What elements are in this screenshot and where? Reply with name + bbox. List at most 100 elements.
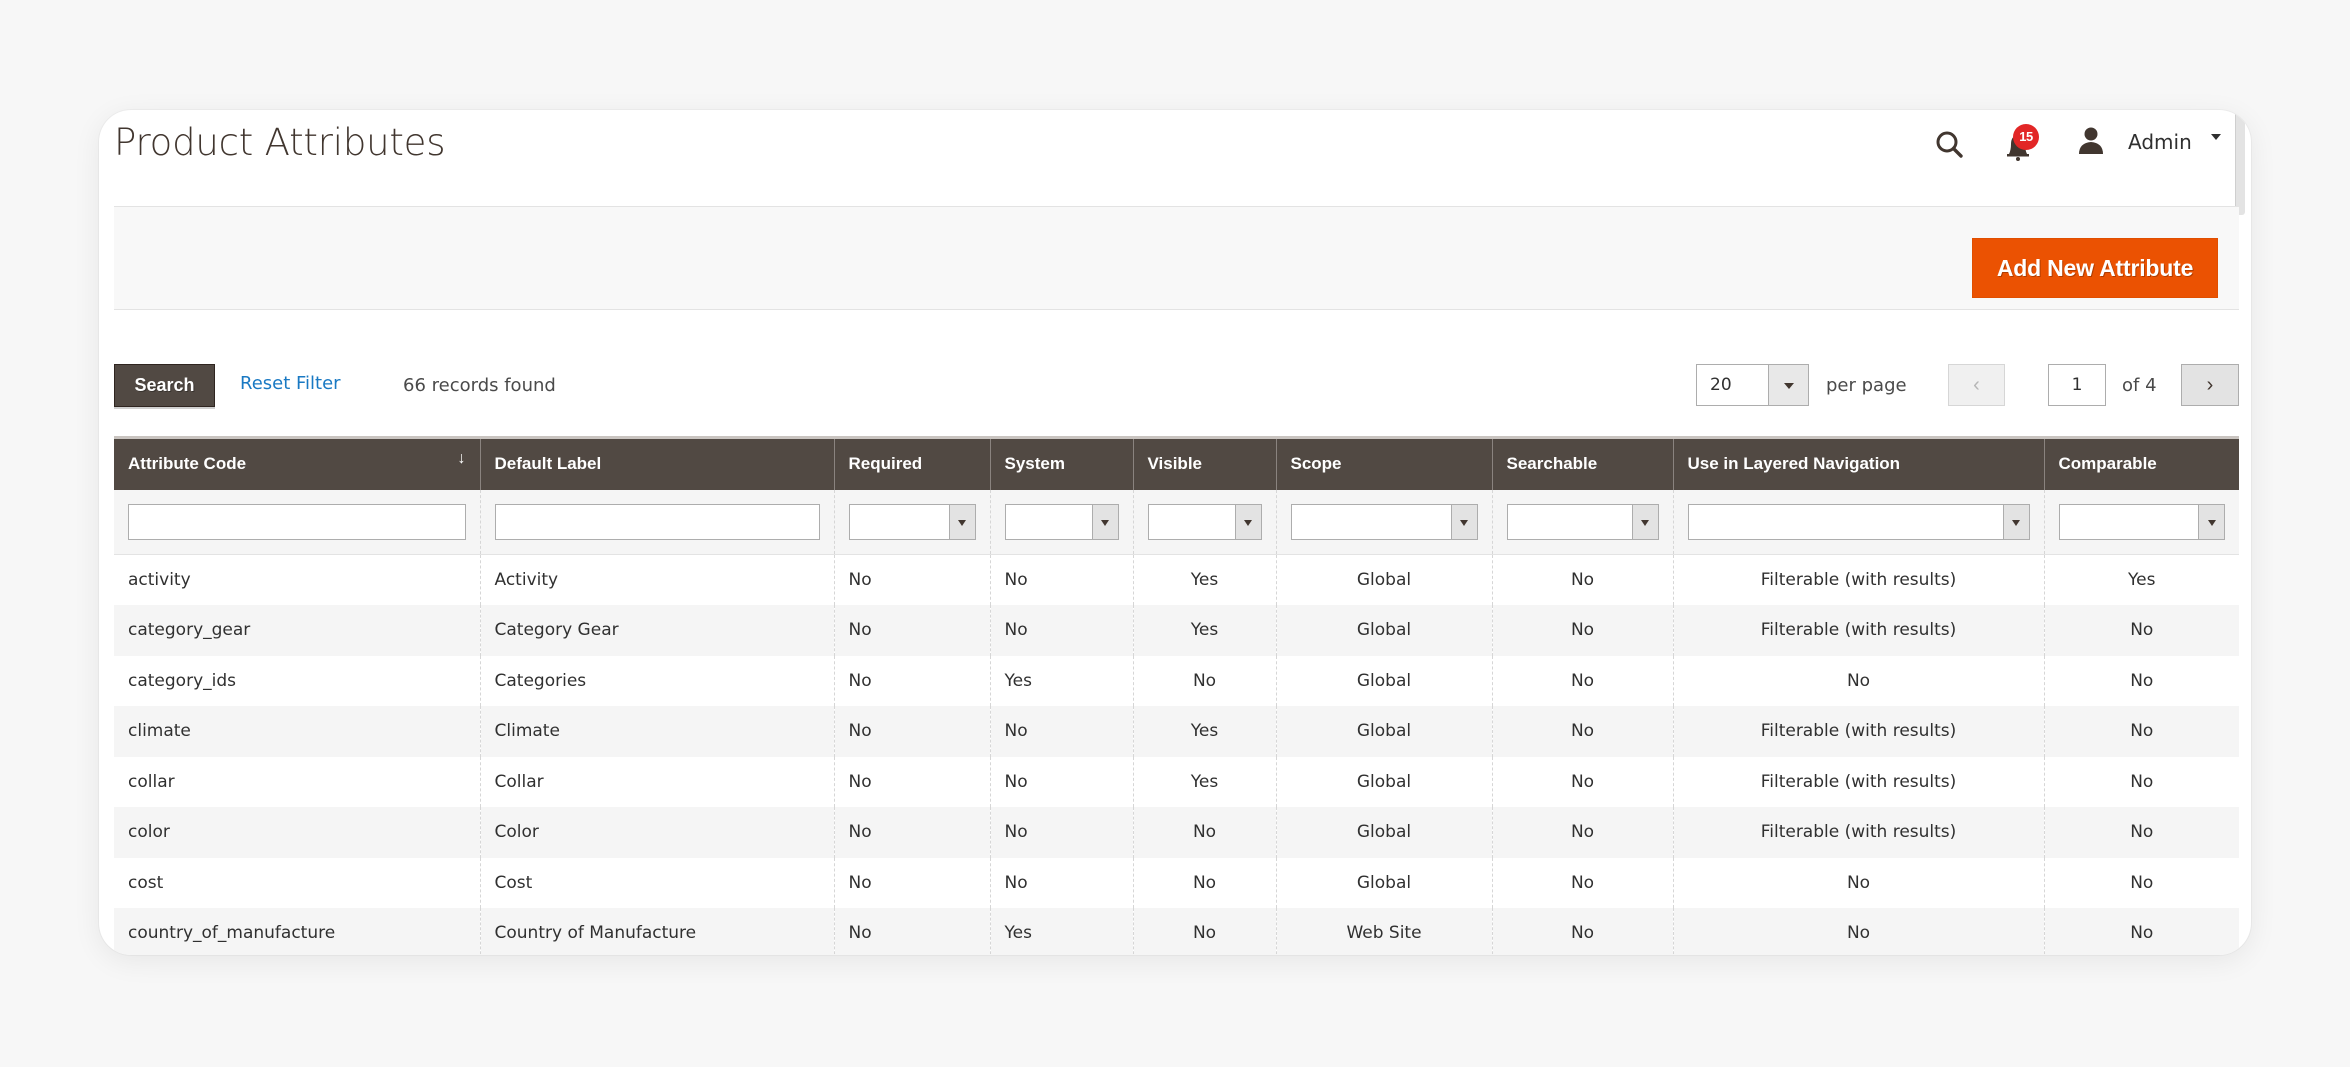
filter-dropdown-button[interactable] [1450,504,1477,539]
filter-select-scope[interactable] [1290,503,1478,540]
column-header-scope[interactable]: Scope [1275,436,1492,490]
add-new-attribute-button[interactable]: Add New Attribute [1972,238,2218,298]
cell-attribute-code: climate [114,706,480,757]
scrollbar[interactable] [2235,110,2245,215]
caret-down-icon [1244,519,1252,526]
filter-select-searchable[interactable] [1506,503,1659,540]
cell-system: No [989,706,1133,757]
caret-down-icon [1641,519,1649,526]
cell-required: No [833,756,990,807]
column-header-system[interactable]: System [989,436,1133,490]
cell-scope: Global [1275,756,1492,807]
cell-searchable: No [1491,908,1673,955]
table-row[interactable]: country_of_manufacture Country of Manufac… [114,908,2239,955]
table-row[interactable]: climate Climate No No Yes Global No Filterable … [114,706,2239,757]
cell-required: No [833,857,990,908]
cell-system: No [989,605,1133,656]
column-header-searchable[interactable]: Searchable [1491,436,1673,490]
column-header-label: Default Label [494,454,602,474]
cell-scope: Web Site [1275,908,1492,955]
filter-dropdown-button[interactable] [2198,504,2224,539]
cell-comparable: No [2043,857,2239,908]
filter-cell [1491,489,1673,555]
grid-header-row: Attribute Code ↓ Default Label Required Syst… [114,436,2239,490]
cell-comparable: No [2043,908,2239,955]
filter-select-use-in-layered-navigation[interactable] [1687,503,2030,540]
grid-filter-row [114,489,2239,555]
caret-down-icon[interactable] [2211,134,2221,140]
column-header-visible[interactable]: Visible [1132,436,1276,490]
filter-dropdown-button[interactable] [1631,504,1658,539]
column-header-label: Visible [1147,454,1203,474]
cell-default-label: Cost [479,857,834,908]
column-header-label: Required [848,454,923,474]
cell-use-in-layered-navigation: Filterable (with results) [1672,706,2044,757]
previous-page-button[interactable]: ‹ [1948,364,2005,406]
cell-visible: No [1132,655,1276,706]
table-row[interactable]: cost Cost No No No Global No No No [114,857,2239,908]
filter-select-system[interactable] [1004,503,1119,540]
table-row[interactable]: collar Collar No No Yes Global No Filterable (w… [114,756,2239,807]
per-page-label: per page [1826,375,1907,396]
page-card: Product Attributes 15 Admin Add New Attr… [99,110,2251,955]
table-row[interactable]: category_gear Category Gear No No Yes Global N… [114,605,2239,656]
caret-down-icon [958,519,966,526]
table-row[interactable]: category_ids Categories No Yes No Global No No N… [114,655,2239,706]
filter-dropdown-button[interactable] [948,504,975,539]
cell-use-in-layered-navigation: Filterable (with results) [1672,554,2044,605]
records-found: 66 records found [403,375,556,396]
sort-arrow-icon[interactable]: ↓ [458,450,466,468]
total-pages: of 4 [2122,375,2157,396]
user-icon[interactable] [2076,126,2106,156]
filter-select-required[interactable] [848,503,976,540]
filter-dropdown-button[interactable] [1091,504,1118,539]
column-header-label: Use in Layered Navigation [1687,454,1901,474]
cell-comparable: No [2043,706,2239,757]
cell-scope: Global [1275,605,1492,656]
filter-input-default-label[interactable] [494,503,820,540]
filter-select-comparable[interactable] [2058,503,2225,540]
cell-default-label: Categories [479,655,834,706]
cell-scope: Global [1275,807,1492,858]
filter-cell [1672,489,2044,555]
per-page-select[interactable]: 20 [1696,364,1809,406]
cell-required: No [833,706,990,757]
cell-comparable: Yes [2043,554,2239,605]
filter-input-attribute-code[interactable] [128,503,466,540]
cell-searchable: No [1491,756,1673,807]
cell-visible: No [1132,857,1276,908]
current-page-input[interactable] [2048,364,2106,406]
caret-down-icon [2207,519,2216,526]
search-button[interactable]: Search [114,364,215,407]
cell-use-in-layered-navigation: Filterable (with results) [1672,807,2044,858]
filter-cell [114,489,480,555]
filter-select-visible[interactable] [1147,503,1262,540]
filter-dropdown-button[interactable] [2002,504,2029,539]
column-header-label: Comparable [2058,454,2157,474]
notification-badge[interactable]: 15 [2013,124,2039,150]
cell-scope: Global [1275,857,1492,908]
column-header-default-label[interactable]: Default Label [479,436,834,490]
cell-required: No [833,605,990,656]
search-icon[interactable] [1933,128,1967,162]
cell-visible: No [1132,908,1276,955]
per-page-dropdown-button[interactable] [1768,365,1808,405]
cell-use-in-layered-navigation: No [1672,857,2044,908]
cell-attribute-code: category_ids [114,655,480,706]
reset-filter-link[interactable]: Reset Filter [240,373,341,394]
cell-attribute-code: cost [114,857,480,908]
cell-use-in-layered-navigation: Filterable (with results) [1672,605,2044,656]
column-header-comparable[interactable]: Comparable [2043,436,2239,490]
cell-searchable: No [1491,655,1673,706]
admin-user-menu[interactable]: Admin [2128,130,2192,154]
next-page-button[interactable]: › [2181,364,2239,406]
cell-required: No [833,807,990,858]
caret-down-icon [1783,383,1794,389]
table-row[interactable]: activity Activity No No Yes Global No Filterabl… [114,554,2239,605]
column-header-attribute-code[interactable]: Attribute Code ↓ [114,436,480,490]
filter-dropdown-button[interactable] [1234,504,1261,539]
table-row[interactable]: color Color No No No Global No Filterable (with… [114,807,2239,858]
column-header-use-in-layered-navigation[interactable]: Use in Layered Navigation [1672,436,2044,490]
column-header-required[interactable]: Required [833,436,990,490]
filter-cell [1132,489,1276,555]
